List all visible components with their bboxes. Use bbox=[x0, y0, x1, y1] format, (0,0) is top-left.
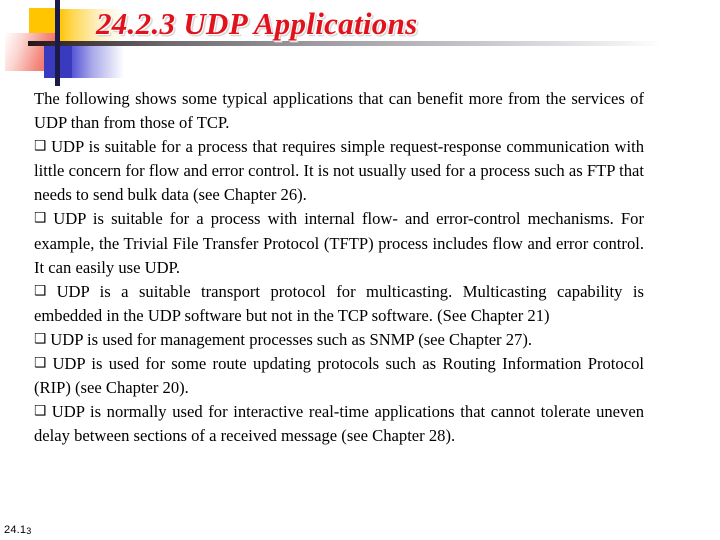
bullet-text: UDP is used for some route updating prot… bbox=[34, 354, 644, 398]
bullet-text: UDP is suitable for a process with inter… bbox=[34, 209, 644, 277]
bullet-square-icon: ❑ bbox=[34, 282, 47, 299]
bullet-square-icon: ❑ bbox=[34, 355, 47, 372]
page-number: 24.13 bbox=[4, 524, 31, 536]
blue-gradient-bar bbox=[58, 45, 124, 78]
bullet-square-icon: ❑ bbox=[34, 138, 47, 155]
intro-paragraph: The following shows some typical applica… bbox=[34, 89, 644, 133]
red-gradient-square bbox=[5, 33, 59, 71]
bullet-square-icon: ❑ bbox=[34, 403, 47, 420]
bullet-square-icon: ❑ bbox=[34, 210, 47, 227]
bullet-text: UDP is normally used for interactive rea… bbox=[34, 402, 644, 446]
page-title: 24.2.3 UDP Applications bbox=[96, 6, 418, 41]
bullet-text: UDP is used for management processes suc… bbox=[50, 329, 533, 349]
bullet-item: ❑ UDP is used for management processes s… bbox=[34, 328, 644, 352]
blue-square bbox=[44, 45, 72, 78]
bullet-item: ❑ UDP is used for some route updating pr… bbox=[34, 352, 644, 400]
bullet-item: ❑ UDP is a suitable transport protocol f… bbox=[34, 280, 644, 328]
vertical-rule bbox=[55, 0, 60, 86]
bullet-item: ❑ UDP is suitable for a process with int… bbox=[34, 207, 644, 279]
bullet-text: UDP is suitable for a process that requi… bbox=[34, 137, 644, 205]
slide-canvas: 24.2.3 UDP Applications The following sh… bbox=[0, 0, 720, 540]
page-number-main: 24.1 bbox=[4, 524, 27, 536]
bullet-item: ❑ UDP is normally used for interactive r… bbox=[34, 400, 644, 448]
bullet-item: ❑ UDP is suitable for a process that req… bbox=[34, 135, 644, 207]
page-number-sub: 3 bbox=[26, 526, 32, 536]
slide-body: The following shows some typical applica… bbox=[34, 87, 644, 448]
yellow-square bbox=[29, 8, 59, 45]
bullet-text: UDP is a suitable transport protocol for… bbox=[34, 281, 644, 325]
bullet-square-icon: ❑ bbox=[34, 330, 47, 347]
